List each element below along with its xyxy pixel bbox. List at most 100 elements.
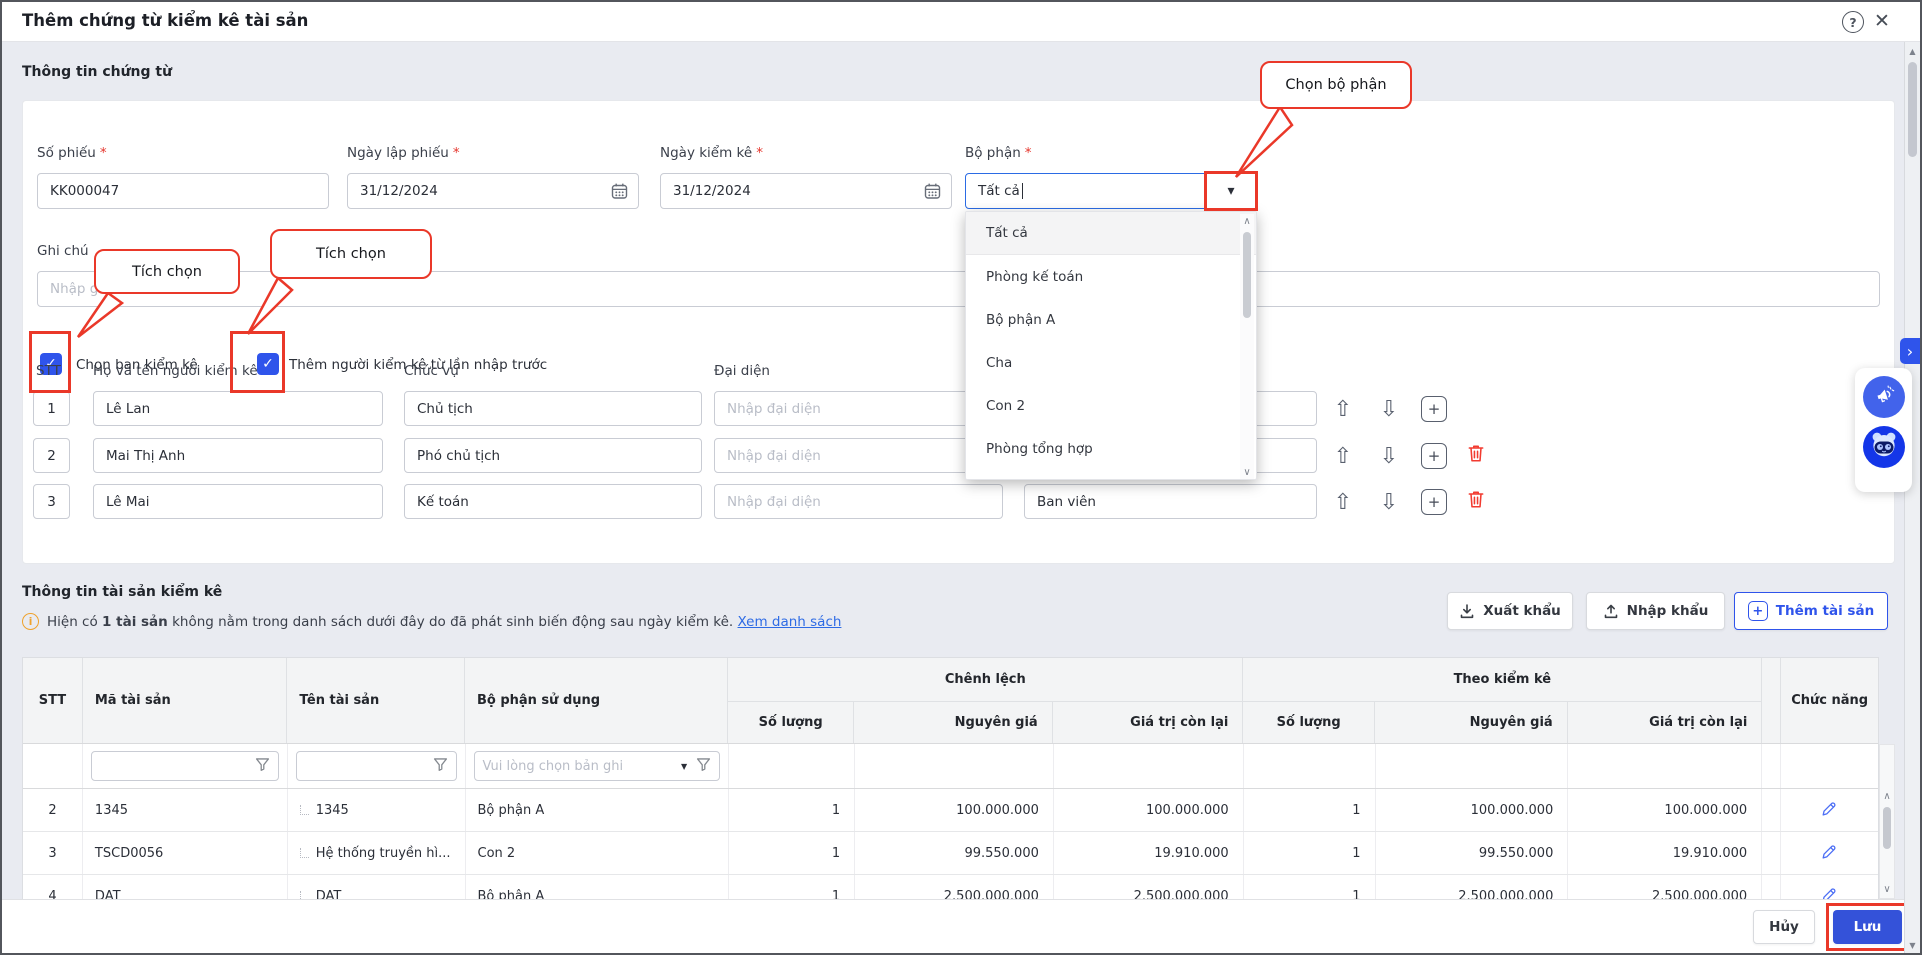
so-phieu-input[interactable]: KK000047 (37, 173, 329, 209)
col-header-audit-qty[interactable]: Số lượng (1243, 702, 1375, 743)
col-header-stt[interactable]: STT (23, 658, 83, 743)
dropdown-option[interactable]: Tất cả (966, 212, 1256, 255)
scroll-down-icon[interactable]: ∨ (1880, 882, 1894, 896)
ngay-kiem-ke-label: Ngày kiểm kê* (660, 145, 763, 161)
edit-icon[interactable] (1821, 843, 1838, 864)
dropdown-option[interactable]: Bộ phận A (966, 298, 1256, 341)
xem-danh-sach-link[interactable]: Xem danh sách (738, 614, 842, 630)
calendar-icon[interactable] (923, 182, 942, 205)
add-asset-button[interactable]: +Thêm tài sản (1734, 592, 1888, 630)
edit-icon[interactable] (1821, 800, 1838, 821)
add-row-icon[interactable]: + (1421, 396, 1447, 422)
notice-text: Hiện có 1 tài sản không nằm trong danh s… (47, 614, 841, 630)
scrollbar-thumb[interactable] (1883, 807, 1891, 849)
ghi-chu-label: Ghi chú (37, 243, 89, 259)
department-dropdown-panel: Tất cả Phòng kế toán Bộ phận A Cha Con 2… (965, 211, 1257, 480)
export-button[interactable]: Xuất khẩu (1447, 592, 1573, 630)
info-icon: i (22, 613, 39, 630)
scroll-up-icon[interactable]: ∧ (1240, 214, 1254, 228)
person-title-input[interactable]: Kế toán (404, 484, 702, 519)
dropdown-option[interactable]: Cha (966, 341, 1256, 384)
person-row-stt: 2 (33, 438, 70, 473)
people-header-title: Chức vụ (404, 363, 459, 379)
move-down-icon[interactable]: ⇩ (1374, 487, 1404, 517)
assistant-bot-button[interactable] (1863, 426, 1905, 468)
scroll-down-arrow-icon[interactable]: ▼ (1905, 941, 1920, 950)
people-header-rep: Đại diện (714, 363, 770, 379)
dropdown-option[interactable]: Phòng tổng hợp (966, 427, 1256, 470)
assets-notice: i Hiện có 1 tài sản không nằm trong danh… (22, 613, 841, 630)
dropdown-option[interactable]: Phòng kế toán (966, 255, 1256, 298)
caret-down-icon[interactable]: ▾ (1227, 183, 1234, 199)
help-icon[interactable]: ? (1842, 11, 1864, 33)
scrollbar-thumb[interactable] (1908, 62, 1917, 157)
move-up-icon[interactable]: ⇧ (1328, 441, 1358, 471)
announcement-button[interactable] (1863, 376, 1905, 418)
page-scrollbar[interactable]: ▲ ▼ (1904, 42, 1920, 953)
edit-icon[interactable] (1821, 886, 1838, 900)
side-panel-toggle[interactable]: › (1900, 338, 1920, 364)
assets-section-title: Thông tin tài sản kiểm kê (22, 584, 222, 600)
table-scrollbar[interactable]: ∧ ∨ (1879, 744, 1895, 899)
col-header-name[interactable]: Tên tài sản (287, 658, 465, 743)
filter-icon[interactable] (696, 757, 711, 776)
ngay-kiem-ke-input[interactable]: 31/12/2024 (660, 173, 952, 209)
scroll-down-icon[interactable]: ∨ (1240, 465, 1254, 479)
col-header-audit-remain[interactable]: Giá trị còn lại (1568, 702, 1762, 743)
move-up-icon[interactable]: ⇧ (1328, 487, 1358, 517)
table-row[interactable]: 2 1345 1345 Bộ phận A 1 100.000.000 100.… (23, 789, 1878, 832)
person-name-input[interactable]: Mai Thị Anh (93, 438, 383, 473)
asset-table: STT Mã tài sản Tên tài sản Bộ phận sử dụ… (22, 657, 1879, 899)
filter-row: Vui lòng chọn bản ghi▼ (23, 744, 1878, 789)
footer-bar (2, 899, 1906, 953)
filter-icon[interactable] (255, 757, 270, 776)
col-group-audit: Theo kiểm kê Số lượng Nguyên giá Giá trị… (1243, 658, 1762, 743)
add-row-icon[interactable]: + (1421, 443, 1447, 469)
tree-indent-icon (300, 848, 309, 858)
checkbox2-highlight (230, 331, 285, 393)
delete-row-icon[interactable] (1467, 489, 1485, 513)
megaphone-icon (1873, 384, 1895, 410)
move-down-icon[interactable]: ⇩ (1374, 441, 1404, 471)
person-row-stt: 1 (33, 391, 70, 426)
person-rep-input[interactable]: Nhập đại diện (714, 391, 1003, 426)
person-name-input[interactable]: Lê Mai (93, 484, 383, 519)
col-header-diff-qty[interactable]: Số lượng (728, 702, 854, 743)
calendar-icon[interactable] (610, 182, 629, 205)
filter-icon[interactable] (433, 757, 448, 776)
person-name-input[interactable]: Lê Lan (93, 391, 383, 426)
col-header-diff-remain[interactable]: Giá trị còn lại (1053, 702, 1243, 743)
close-icon[interactable]: ✕ (1874, 10, 1890, 32)
col-header-actions: Chức năng (1781, 658, 1878, 743)
move-down-icon[interactable]: ⇩ (1374, 394, 1404, 424)
col-header-dept[interactable]: Bộ phận sử dụng (465, 658, 728, 743)
ngay-lap-phieu-input[interactable]: 31/12/2024 (347, 173, 639, 209)
caret-down-icon[interactable]: ▼ (681, 762, 687, 771)
cancel-button[interactable]: Hủy (1753, 910, 1815, 944)
so-phieu-label: Số phiếu* (37, 145, 107, 161)
dropdown-option[interactable]: Con 2 (966, 384, 1256, 427)
dept-filter-combobox[interactable]: Vui lòng chọn bản ghi▼ (474, 751, 721, 781)
col-header-audit-cost[interactable]: Nguyên giá (1375, 702, 1568, 743)
dropdown-scrollbar[interactable]: ∧ ∨ (1240, 214, 1254, 479)
scroll-up-arrow-icon[interactable]: ▲ (1905, 42, 1920, 56)
plus-square-icon: + (1748, 601, 1768, 621)
person-title-input[interactable]: Chủ tịch (404, 391, 702, 426)
scroll-up-icon[interactable]: ∧ (1880, 789, 1894, 803)
text-cursor (1022, 183, 1024, 199)
col-header-diff-cost[interactable]: Nguyên giá (854, 702, 1053, 743)
add-row-icon[interactable]: + (1421, 489, 1447, 515)
person-role-input[interactable]: Ban viên (1024, 484, 1317, 519)
col-header-code[interactable]: Mã tài sản (83, 658, 288, 743)
move-up-icon[interactable]: ⇧ (1328, 394, 1358, 424)
name-filter-input[interactable] (296, 751, 457, 781)
table-row[interactable]: 4 DAT DAT Bộ phận A 1 2.500.000.000 2.50… (23, 875, 1878, 899)
table-row[interactable]: 3 TSCD0056 Hệ thống truyền hì... Con 2 1… (23, 832, 1878, 875)
import-button[interactable]: Nhập khẩu (1586, 592, 1725, 630)
scrollbar-thumb[interactable] (1243, 232, 1251, 318)
person-rep-input[interactable]: Nhập đại diện (714, 484, 1003, 519)
person-rep-input[interactable]: Nhập đại diện (714, 438, 1003, 473)
person-title-input[interactable]: Phó chủ tịch (404, 438, 702, 473)
delete-row-icon[interactable] (1467, 443, 1485, 467)
code-filter-input[interactable] (91, 751, 279, 781)
